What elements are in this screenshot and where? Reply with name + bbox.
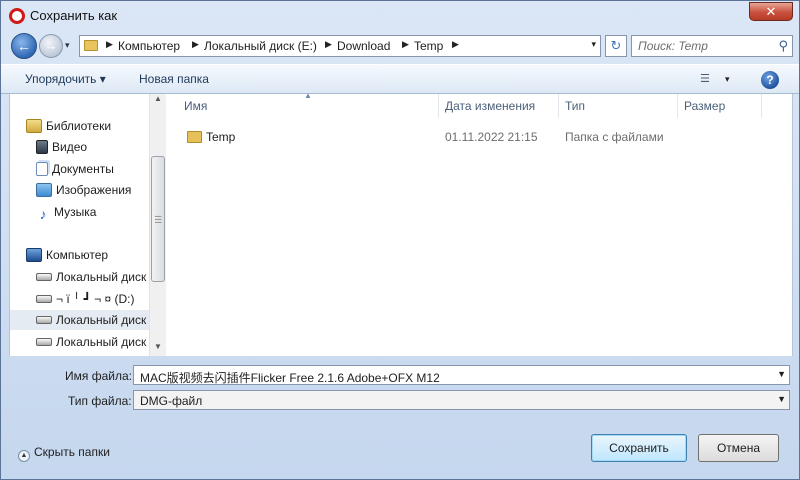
- view-options-dropdown[interactable]: ▾: [725, 74, 730, 85]
- folder-icon: [84, 40, 98, 51]
- breadcrumb-temp[interactable]: Temp: [414, 39, 443, 53]
- tree-item-pictures[interactable]: Изображения: [36, 180, 131, 200]
- pictures-icon: [36, 183, 52, 197]
- new-folder-button[interactable]: Новая папка: [139, 72, 209, 86]
- tree-item-music[interactable]: ♪ Музыка: [36, 202, 97, 222]
- title-bar: Сохранить как ✕: [1, 1, 799, 31]
- tree-item-drive-c[interactable]: Локальный диск: [36, 267, 146, 287]
- tree-item-label: Изображения: [56, 183, 132, 197]
- organize-menu-button[interactable]: Упорядочить ▾: [25, 72, 106, 86]
- tree-item-drive-f[interactable]: Локальный диск: [36, 332, 146, 352]
- tree-item-label: Видео: [52, 140, 88, 154]
- save-as-dialog: Сохранить как ✕ ← → ▾ ▶ Компьютер ▶ Лока…: [0, 0, 800, 480]
- row-name[interactable]: Temp: [206, 130, 235, 144]
- filename-value[interactable]: MAC版视频去闪插件Flicker Free 2.1.6 Adobe+OFX M…: [140, 369, 440, 386]
- music-icon: ♪: [39, 206, 47, 222]
- column-header-size[interactable]: Размер: [684, 99, 725, 113]
- tree-item-drive-e[interactable]: Локальный диск: [10, 310, 158, 330]
- command-toolbar: Упорядочить ▾ Новая папка ☰ ▾ ?: [1, 64, 799, 94]
- chevron-down-icon[interactable]: ▼: [777, 369, 786, 379]
- scroll-down-icon[interactable]: ▼: [154, 342, 162, 351]
- address-bar[interactable]: ▶ Компьютер ▶ Локальный диск (E:) ▶ Down…: [79, 35, 601, 57]
- chevron-down-icon[interactable]: ▼: [777, 394, 786, 404]
- filetype-label: Тип файла:: [68, 394, 132, 408]
- filetype-value: DMG-файл: [140, 394, 203, 408]
- opera-icon: [9, 8, 25, 24]
- cancel-button[interactable]: Отмена: [698, 434, 779, 462]
- filename-field[interactable]: MAC版视频去闪插件Flicker Free 2.1.6 Adobe+OFX M…: [133, 365, 790, 385]
- breadcrumb-separator-icon[interactable]: ▶: [452, 39, 459, 50]
- tree-item-label: Локальный диск: [56, 313, 147, 327]
- search-input[interactable]: Поиск: Temp ⚲: [631, 35, 793, 57]
- tree-item-label: Локальный диск: [56, 270, 147, 284]
- breadcrumb-computer[interactable]: Компьютер: [118, 39, 180, 53]
- drive-icon: [36, 295, 52, 303]
- drive-icon: [36, 338, 52, 346]
- filename-label: Имя файла:: [65, 369, 132, 383]
- breadcrumb-separator-icon[interactable]: ▶: [192, 39, 199, 50]
- breadcrumb-separator-icon[interactable]: ▶: [325, 39, 332, 50]
- tree-item-label: Локальный диск: [56, 335, 147, 349]
- scrollbar-thumb[interactable]: ─ ─ ─: [151, 156, 165, 282]
- navigation-bar: ← → ▾ ▶ Компьютер ▶ Локальный диск (E:) …: [9, 31, 793, 61]
- refresh-button[interactable]: ↻: [605, 35, 627, 57]
- scroll-up-icon[interactable]: ▲: [154, 94, 162, 103]
- window-title: Сохранить как: [30, 8, 118, 23]
- view-options-icon[interactable]: ☰: [700, 73, 716, 85]
- row-type: Папка с файлами: [565, 130, 664, 144]
- sort-ascending-icon: ▲: [304, 91, 312, 100]
- column-header-type[interactable]: Тип: [565, 99, 585, 113]
- filetype-select[interactable]: DMG-файл ▼: [133, 390, 790, 410]
- library-icon: [26, 119, 42, 133]
- column-divider[interactable]: [677, 94, 678, 118]
- column-header-modified[interactable]: Дата изменения: [445, 99, 535, 113]
- close-button[interactable]: ✕: [749, 2, 793, 21]
- hide-folders-button[interactable]: ▲ Скрыть папки: [18, 445, 110, 462]
- tree-item-computer[interactable]: Компьютер: [26, 245, 108, 265]
- drive-icon: [36, 316, 52, 324]
- tree-item-label: Музыка: [54, 205, 97, 219]
- drive-icon: [36, 273, 52, 281]
- tree-item-documents[interactable]: Документы: [36, 159, 114, 179]
- column-header-name[interactable]: Имя: [184, 99, 207, 113]
- computer-icon: [26, 248, 42, 262]
- tree-item-label: Библиотеки: [46, 119, 112, 133]
- documents-icon: [36, 162, 48, 176]
- search-placeholder: Поиск: Temp: [638, 39, 708, 53]
- column-divider[interactable]: [558, 94, 559, 118]
- main-pane: Библиотеки Видео Документы Изображения ♪…: [9, 91, 793, 356]
- column-divider[interactable]: [761, 94, 762, 118]
- breadcrumb-separator-icon[interactable]: ▶: [402, 39, 409, 50]
- tree-item-drive-d[interactable]: ¬ ї ╵ ┛ ¬ ¤ (D:): [36, 289, 134, 309]
- tree-item-video[interactable]: Видео: [36, 137, 87, 157]
- folder-icon: [187, 131, 202, 143]
- address-dropdown[interactable]: ▾: [591, 39, 596, 50]
- chevron-up-icon: ▲: [18, 450, 30, 462]
- save-button[interactable]: Сохранить: [591, 434, 687, 462]
- navigation-tree: Библиотеки Видео Документы Изображения ♪…: [10, 94, 158, 356]
- tree-scrollbar[interactable]: ▲ ─ ─ ─ ▼: [149, 94, 166, 356]
- breadcrumb-separator-icon[interactable]: ▶: [106, 39, 113, 50]
- row-modified: 01.11.2022 21:15: [445, 130, 538, 144]
- tree-item-label: Документы: [52, 162, 114, 176]
- forward-button[interactable]: →: [39, 34, 63, 58]
- back-button[interactable]: ←: [11, 33, 37, 59]
- breadcrumb-download[interactable]: Download: [337, 39, 390, 53]
- column-divider[interactable]: [438, 94, 439, 118]
- hide-folders-label: Скрыть папки: [34, 445, 110, 459]
- video-icon: [36, 140, 48, 154]
- tree-item-libraries[interactable]: Библиотеки: [26, 116, 111, 136]
- grip-icon: ─ ─ ─: [155, 211, 162, 227]
- tree-item-label: ¬ ї ╵ ┛ ¬ ¤ (D:): [56, 292, 135, 306]
- tree-item-label: Компьютер: [46, 248, 109, 262]
- history-dropdown[interactable]: ▾: [65, 40, 70, 51]
- breadcrumb-drive-e[interactable]: Локальный диск (E:): [204, 39, 317, 53]
- search-icon[interactable]: ⚲: [778, 38, 788, 54]
- help-icon[interactable]: ?: [761, 71, 779, 89]
- file-list: ▲ Имя Дата изменения Тип Размер Temp 01.…: [167, 91, 793, 356]
